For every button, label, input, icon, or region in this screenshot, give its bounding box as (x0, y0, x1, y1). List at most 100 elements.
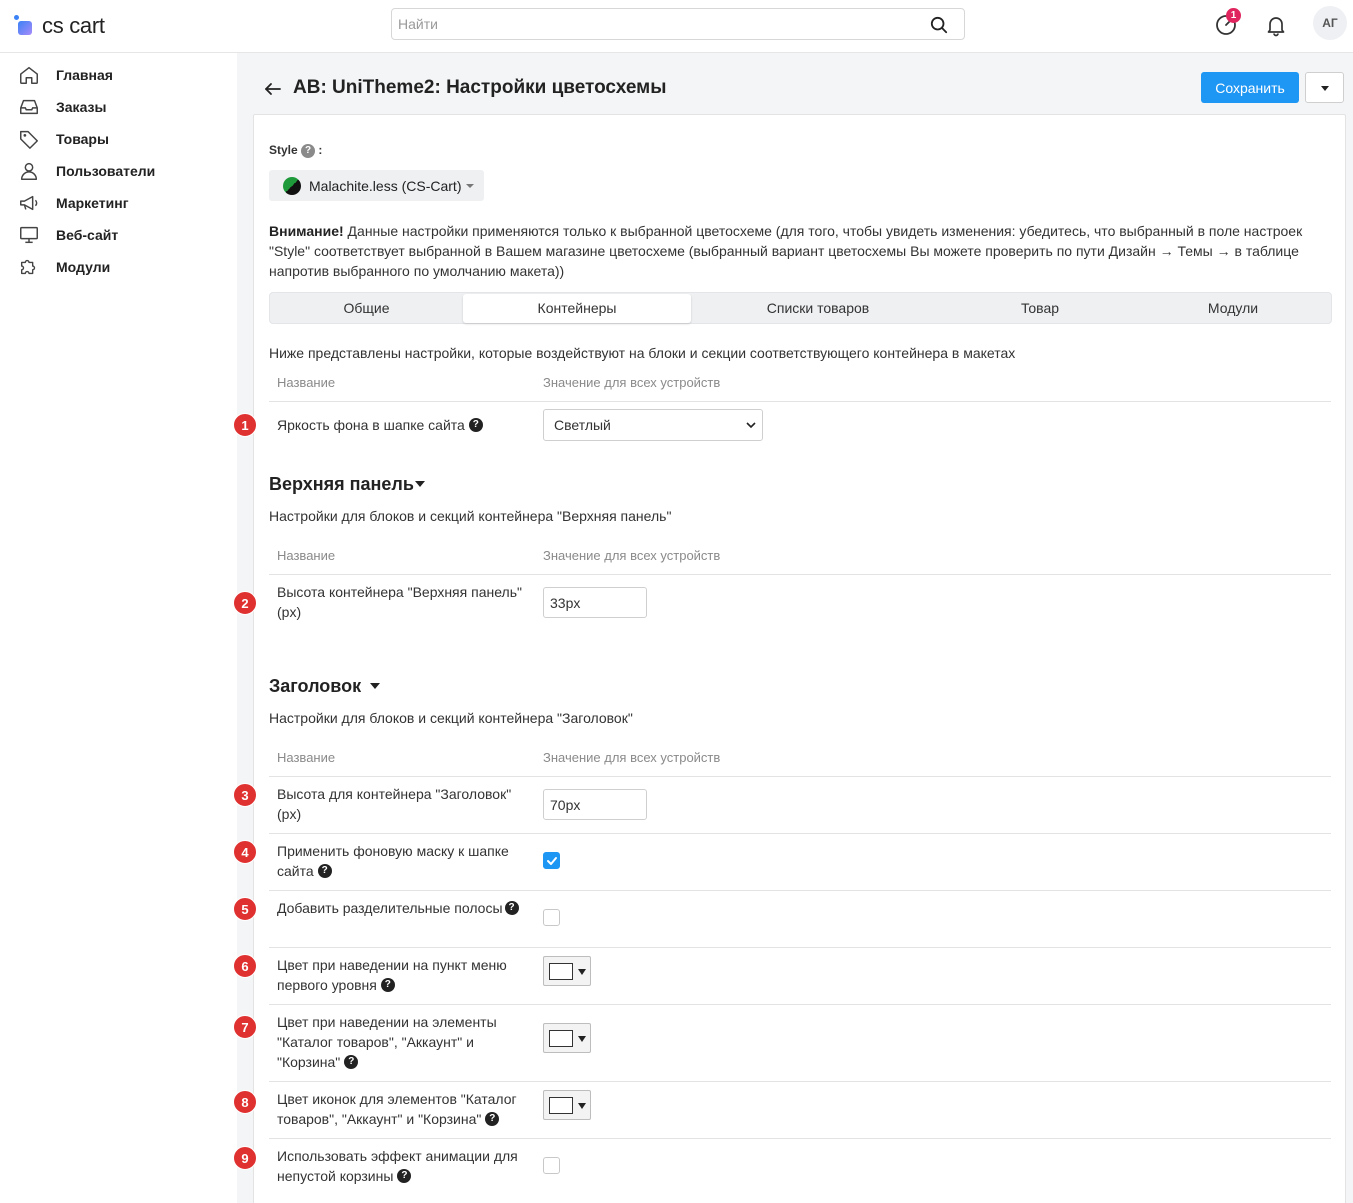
sidebar-item-home[interactable]: Главная (18, 63, 113, 87)
bell-icon[interactable] (1264, 13, 1288, 37)
color-scheme-swatch-icon (283, 176, 301, 195)
sidebar-item-label: Заказы (56, 99, 107, 115)
caret-down-icon (578, 1103, 586, 1109)
caret-down-icon (466, 183, 475, 188)
setting-label-text: Цвет при наведении на элементы "Каталог … (277, 1014, 497, 1070)
sidebar-item-marketing[interactable]: Маркетинг (18, 191, 129, 215)
setting-label-separators: Добавить разделительные полосы? (277, 898, 522, 918)
setting-label-text: Добавить разделительные полосы (277, 900, 503, 916)
tab-product[interactable]: Товар (945, 293, 1135, 323)
header-brightness-select[interactable]: Светлый (543, 409, 763, 441)
marker-badge: 6 (233, 954, 257, 978)
help-icon[interactable]: ? (397, 1169, 412, 1184)
top-bar: cs cart 1 АГ (0, 0, 1353, 53)
background-mask-checkbox[interactable] (543, 852, 560, 869)
setting-label-text: Применить фоновую маску к шапке сайта (277, 843, 509, 879)
checkmark-icon (547, 857, 557, 865)
caret-down-icon[interactable] (415, 481, 425, 487)
notice-bold: Внимание! (269, 223, 344, 239)
marker-badge: 4 (233, 840, 257, 864)
help-icon[interactable]: ? (504, 901, 519, 916)
marker-badge: 5 (233, 897, 257, 921)
caret-down-icon[interactable] (370, 683, 380, 689)
notice-text: Внимание! Данные настройки применяются т… (269, 221, 1331, 281)
style-label-text: Style (269, 143, 298, 157)
top-panel-height-input[interactable] (543, 587, 647, 618)
tab-containers[interactable]: Контейнеры (463, 294, 691, 323)
sidebar-item-products[interactable]: Товары (18, 127, 109, 151)
divider (269, 947, 1331, 948)
more-actions-button[interactable] (1305, 72, 1344, 103)
home-icon (20, 66, 38, 84)
sidebar-item-website[interactable]: Веб-сайт (18, 223, 118, 247)
tab-product-lists[interactable]: Списки товаров (691, 293, 945, 323)
cart-animation-checkbox[interactable] (543, 1157, 560, 1174)
tab-modules[interactable]: Модули (1135, 293, 1331, 323)
megaphone-icon (20, 195, 38, 211)
column-header-value: Значение для всех устройств (543, 375, 721, 390)
search-box (391, 8, 965, 40)
help-icon[interactable]: ? (485, 1112, 500, 1127)
marker-badge: 1 (233, 413, 257, 437)
divider (269, 1081, 1331, 1082)
divider (269, 574, 1331, 575)
setting-label-cart-animation: Использовать эффект анимации для непусто… (277, 1146, 532, 1186)
setting-label-text: Цвет иконок для элементов "Каталог товар… (277, 1091, 517, 1127)
sidebar-item-label: Модули (56, 259, 111, 275)
setting-label-header-brightness: Яркость фона в шапке сайта? (277, 415, 532, 435)
style-label: Style ? : (269, 143, 323, 158)
style-select[interactable]: Malachite.less (CS-Cart) (269, 170, 484, 201)
search-input[interactable] (392, 9, 912, 39)
page-title: AB: UniTheme2: Настройки цветосхемы (293, 77, 667, 98)
column-header-value: Значение для всех устройств (543, 548, 721, 563)
menu-hover-color-picker[interactable] (543, 956, 591, 986)
section-title-top-panel[interactable]: Верхняя панель (269, 474, 414, 495)
notification-badge: 1 (1226, 8, 1241, 23)
search-icon[interactable] (930, 16, 948, 34)
marker-badge: 2 (233, 591, 257, 615)
icons-color-picker[interactable] (543, 1090, 591, 1120)
header-height-input[interactable] (543, 789, 647, 820)
user-icon (20, 162, 38, 180)
marker-badge: 7 (233, 1015, 257, 1039)
help-icon[interactable]: ? (380, 978, 395, 993)
divider (269, 401, 1331, 402)
logo[interactable]: cs cart (14, 12, 105, 40)
sidebar-item-users[interactable]: Пользователи (18, 159, 155, 183)
help-icon[interactable]: ? (468, 418, 483, 433)
setting-label-header-height: Высота для контейнера "Заголовок" (px) (277, 786, 512, 822)
sidebar-item-orders[interactable]: Заказы (18, 95, 106, 119)
setting-label-icons-color: Цвет иконок для элементов "Каталог товар… (277, 1089, 532, 1129)
divider (269, 1138, 1331, 1139)
sidebar-item-label: Маркетинг (56, 195, 129, 211)
caret-down-icon (578, 969, 586, 975)
puzzle-icon (20, 259, 36, 275)
avatar[interactable]: АГ (1313, 6, 1347, 40)
column-header-name: Название (277, 548, 336, 563)
help-icon[interactable]: ? (317, 864, 332, 879)
marker-badge: 9 (233, 1146, 257, 1170)
setting-label-elements-hover-color: Цвет при наведении на элементы "Каталог … (277, 1012, 517, 1072)
notice-body: Данные настройки применяются только к вы… (269, 223, 1303, 279)
sidebar-item-label: Пользователи (56, 163, 156, 179)
logo-mark-icon (14, 15, 36, 37)
elements-hover-color-picker[interactable] (543, 1023, 591, 1053)
arrow-left-icon[interactable] (263, 79, 283, 99)
chevron-down-icon (1321, 86, 1329, 91)
header-brightness-value: Светлый (554, 417, 611, 433)
help-icon[interactable]: ? (344, 1055, 359, 1070)
sidebar-item-modules[interactable]: Модули (18, 255, 110, 279)
tab-general[interactable]: Общие (270, 293, 463, 323)
setting-label-text: Яркость фона в шапке сайта (277, 417, 465, 433)
setting-label-menu-hover-color: Цвет при наведении на пункт меню первого… (277, 955, 522, 995)
save-button[interactable]: Сохранить (1201, 72, 1299, 103)
inbox-icon (20, 99, 38, 115)
tabs-bar: Общие Контейнеры Списки товаров Товар Мо… (269, 292, 1332, 324)
marker-badge: 3 (233, 783, 257, 807)
section-title-header[interactable]: Заголовок (269, 676, 361, 697)
help-icon[interactable]: ? (301, 143, 316, 158)
separators-checkbox[interactable] (543, 909, 560, 926)
sidebar-item-label: Главная (56, 67, 113, 83)
intro-text: Ниже представлены настройки, которые воз… (269, 345, 1016, 361)
chevron-down-icon (746, 422, 756, 429)
